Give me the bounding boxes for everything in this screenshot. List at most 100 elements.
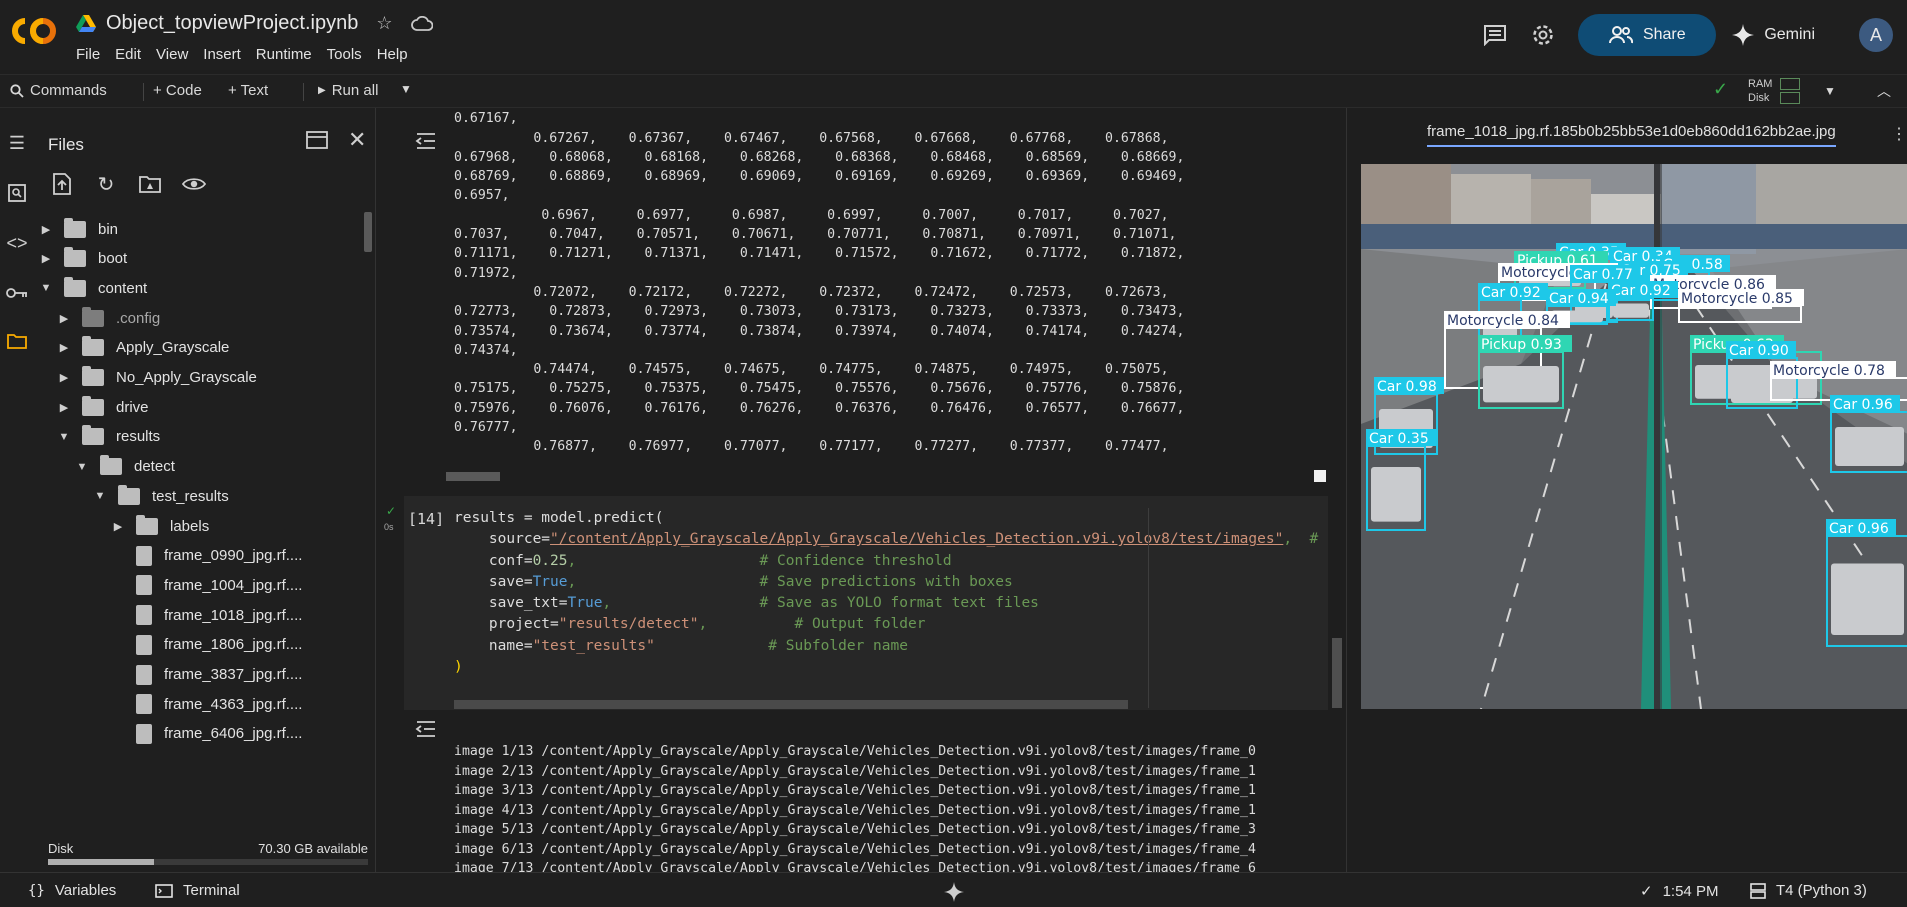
close-icon[interactable]: ✕ <box>348 127 366 153</box>
menu-file[interactable]: File <box>76 46 108 63</box>
caret-right-icon[interactable]: ▶ <box>38 223 54 236</box>
output-line: 0.71972, <box>454 265 518 281</box>
tree-folder[interactable]: ▶ Apply_Grayscale <box>56 333 229 363</box>
runtime-status[interactable]: T4 (Python 3) <box>1750 882 1867 899</box>
secrets-key-icon[interactable] <box>6 282 28 304</box>
table-of-contents-icon[interactable]: ☰ <box>6 132 28 154</box>
tree-file[interactable]: frame_6406_jpg.rf.... <box>110 719 302 749</box>
commands-button[interactable]: Commands <box>10 82 107 99</box>
code-line: save_txt=True, # Save as YOLO format tex… <box>454 595 1039 612</box>
image-file-icon <box>136 545 152 566</box>
tree-label: drive <box>116 398 149 416</box>
gemini-button[interactable]: Gemini <box>1732 24 1815 46</box>
gemini-sparkle-icon[interactable] <box>944 882 964 902</box>
mount-drive-icon[interactable] <box>138 172 162 196</box>
resource-indicator[interactable]: RAM Disk <box>1748 77 1772 105</box>
caret-down-icon[interactable]: ▼ <box>38 282 54 294</box>
gemini-label: Gemini <box>1764 26 1815 43</box>
share-button[interactable]: Share <box>1578 14 1717 56</box>
menu-edit[interactable]: Edit <box>115 46 149 63</box>
tree-label: .config <box>116 309 161 327</box>
tree-file[interactable]: frame_1806_jpg.rf.... <box>110 630 302 660</box>
settings-gear-icon[interactable] <box>1530 22 1556 48</box>
tree-folder[interactable]: ▶ drive <box>56 392 149 422</box>
upload-file-icon[interactable] <box>50 172 74 196</box>
tree-label: frame_6406_jpg.rf.... <box>164 725 303 743</box>
tree-folder[interactable]: ▼ content <box>38 273 147 303</box>
output-toggle-icon[interactable] <box>414 720 438 744</box>
tree-folder[interactable]: ▶ No_Apply_Grayscale <box>56 363 257 393</box>
notebook-scrollbar[interactable] <box>1332 638 1342 708</box>
caret-right-icon[interactable]: ▶ <box>56 341 72 354</box>
code-snippets-icon[interactable]: <> <box>6 232 28 254</box>
code-editor[interactable]: results = model.predict( source="/conten… <box>454 508 1318 678</box>
run-all-button[interactable]: ▶ Run all <box>318 82 378 99</box>
tree-file[interactable]: frame_3837_jpg.rf.... <box>110 660 302 690</box>
tree-file[interactable]: frame_0990_jpg.rf.... <box>110 541 302 571</box>
cloud-icon[interactable] <box>410 15 433 32</box>
run-success-check-icon: ✓ <box>386 504 397 518</box>
tree-folder[interactable]: ▼ results <box>56 422 160 452</box>
bbox-label: Car 0.96 <box>1829 521 1889 537</box>
menu-runtime[interactable]: Runtime <box>256 46 320 63</box>
terminal-button[interactable]: Terminal <box>155 882 240 899</box>
tree-folder[interactable]: ▼ test_results <box>92 481 229 511</box>
add-code-button[interactable]: + Code <box>153 82 202 99</box>
tree-file[interactable]: frame_4363_jpg.rf.... <box>110 689 302 719</box>
menu-tools[interactable]: Tools <box>327 46 370 63</box>
find-replace-icon[interactable] <box>6 182 28 204</box>
tree-folder[interactable]: ▶ .config <box>56 303 160 333</box>
menu-view[interactable]: View <box>156 46 196 63</box>
output-line: 0.75976, 0.76076, 0.76176, 0.76276, 0.76… <box>454 400 1185 416</box>
refresh-icon[interactable]: ↻ <box>94 172 118 196</box>
avatar[interactable]: A <box>1859 18 1893 52</box>
tree-folder[interactable]: ▶ bin <box>38 214 118 244</box>
variables-label: Variables <box>54 882 117 899</box>
menu-help[interactable]: Help <box>377 46 416 63</box>
open-in-tab-icon[interactable] <box>306 131 328 152</box>
output-resize-handle[interactable] <box>1314 470 1326 482</box>
tree-folder[interactable]: ▶ labels <box>110 511 209 541</box>
drive-icon[interactable] <box>76 14 96 33</box>
caret-right-icon[interactable]: ▶ <box>110 520 126 533</box>
caret-down-icon[interactable]: ▼ <box>92 490 108 502</box>
comment-icon[interactable] <box>1482 22 1508 48</box>
code-hscrollbar[interactable] <box>454 700 1128 709</box>
notebook-title[interactable]: Object_topviewProject.ipynb <box>106 12 358 35</box>
vehicle-shape <box>1831 563 1904 635</box>
caret-right-icon[interactable]: ▶ <box>56 401 72 414</box>
exec-status[interactable]: ✓ 1:54 PM <box>1640 882 1718 901</box>
tree-label: test_results <box>152 487 229 505</box>
tree-folder[interactable]: ▶ boot <box>38 244 127 274</box>
tree-file[interactable]: frame_1004_jpg.rf.... <box>110 570 302 600</box>
variables-button[interactable]: {} Variables <box>28 882 116 899</box>
tree-file[interactable]: frame_1018_jpg.rf.... <box>110 600 302 630</box>
show-hidden-eye-icon[interactable] <box>182 172 206 196</box>
caret-right-icon[interactable]: ▶ <box>38 252 54 265</box>
tree-folder[interactable]: ▼ detect <box>74 452 175 482</box>
image-file-icon <box>136 723 152 744</box>
tree-label: labels <box>170 517 210 535</box>
files-folder-icon[interactable] <box>6 330 28 352</box>
run-all-dropdown-icon[interactable]: ▼ <box>400 82 412 96</box>
caret-right-icon[interactable]: ▶ <box>56 371 72 384</box>
colab-logo-icon[interactable] <box>10 14 58 48</box>
star-icon[interactable]: ☆ <box>376 13 392 34</box>
code-line: save=True, # Save predictions with boxes <box>454 573 1013 590</box>
detection-image: Car 0.35Car 0.34Pickup 0.61Car 0.58Motor… <box>1361 164 1907 709</box>
menu-insert[interactable]: Insert <box>203 46 249 63</box>
ram-bar <box>1780 78 1800 90</box>
more-options-icon[interactable]: ⋮ <box>1891 124 1907 144</box>
image-tab[interactable]: frame_1018_jpg.rf.185b0b25bb53e1d0eb860d… <box>1427 123 1836 147</box>
caret-right-icon[interactable]: ▶ <box>56 312 72 325</box>
file-tree-scrollbar[interactable] <box>364 212 372 252</box>
output-hscrollbar[interactable] <box>446 472 500 481</box>
tree-label: frame_0990_jpg.rf.... <box>164 547 303 565</box>
ruler-line <box>1148 508 1149 708</box>
add-text-button[interactable]: + Text <box>228 82 268 99</box>
caret-down-icon[interactable]: ▼ <box>56 431 72 443</box>
resources-dropdown-icon[interactable]: ▼ <box>1824 84 1836 98</box>
collapse-chevron-icon[interactable]: ︿ <box>1877 81 1891 101</box>
output-toggle-icon[interactable] <box>414 132 438 156</box>
caret-down-icon[interactable]: ▼ <box>74 461 90 473</box>
